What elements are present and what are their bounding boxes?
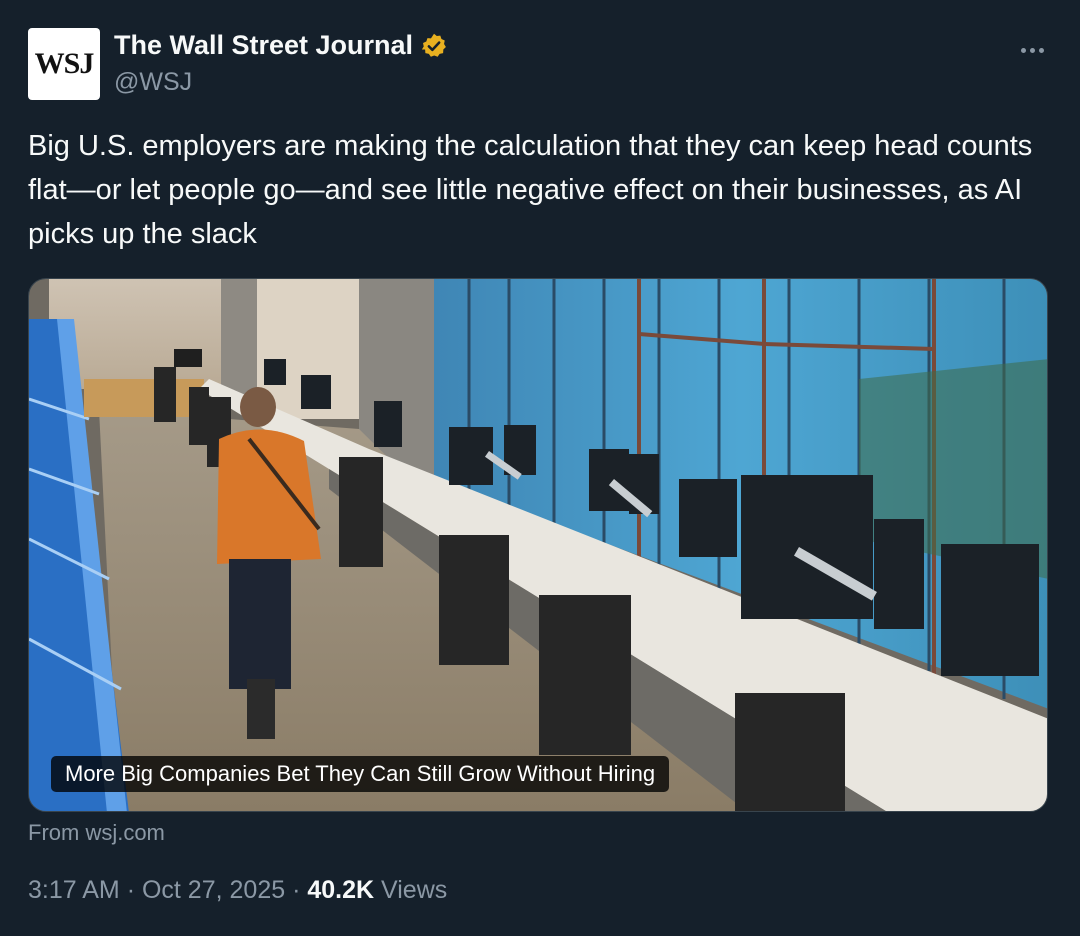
tweet-metadata: 3:17 AM · Oct 27, 2025 · 40.2K Views [28,876,447,905]
tweet-time[interactable]: 3:17 AM [28,876,120,904]
views-count: 40.2K [307,876,375,904]
display-name[interactable]: The Wall Street Journal [114,30,413,61]
verified-badge-icon[interactable] [420,32,448,60]
meta-separator: · [292,876,301,904]
meta-separator: · [126,876,136,904]
link-source[interactable]: From wsj.com [28,820,165,846]
handle[interactable]: @WSJ [114,68,192,97]
tweet-date[interactable]: Oct 27, 2025 [142,876,285,904]
tweet-header: WSJ The Wall Street Journal @WSJ [28,28,1052,102]
more-options-button[interactable] [1012,34,1052,66]
link-card[interactable]: More Big Companies Bet They Can Still Gr… [28,278,1048,812]
avatar[interactable]: WSJ [28,28,100,100]
article-image [29,279,1047,811]
more-horizontal-icon [1020,47,1026,53]
tweet-text: Big U.S. employers are making the calcul… [28,130,1033,250]
more-horizontal-icon-dot [1038,47,1044,53]
views-label: Views [381,876,448,904]
more-horizontal-icon-dot [1029,47,1035,53]
article-title[interactable]: More Big Companies Bet They Can Still Gr… [51,756,670,792]
name-row: The Wall Street Journal [114,30,448,61]
